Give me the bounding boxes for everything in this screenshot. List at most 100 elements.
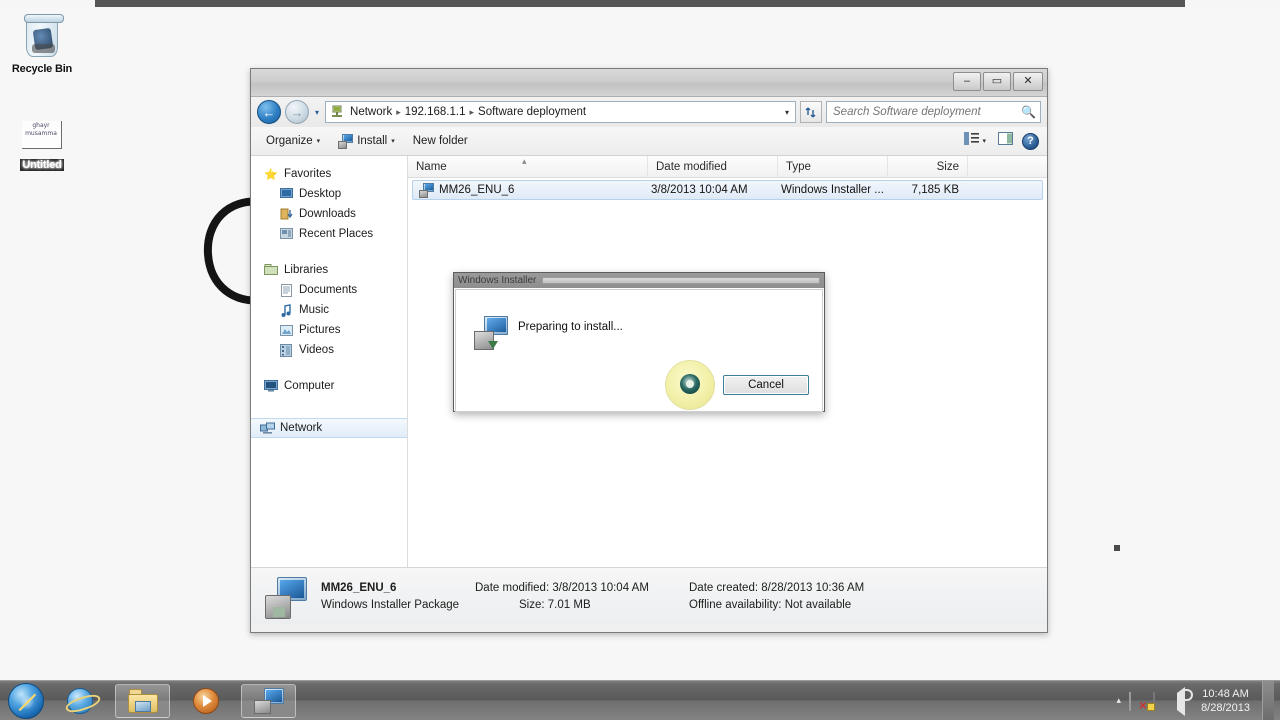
maximize-button[interactable]: ▭ — [983, 72, 1011, 91]
search-input[interactable] — [831, 105, 1018, 119]
sidebar-item-label: Music — [299, 304, 330, 316]
sidebar-item-favorites[interactable]: ⭐ Favorites — [251, 164, 407, 184]
sidebar-item-label: Documents — [299, 284, 358, 296]
help-button[interactable]: ? — [1022, 132, 1039, 150]
address-row: ← → ▾ Network ▸ 192.168.1.1 ▸ Software d… — [251, 97, 1047, 127]
file-date-modified-cell: 3/8/2013 10:04 AM — [651, 184, 748, 196]
column-header-size[interactable]: Size — [888, 155, 968, 178]
details-key-date-modified: Date modified: — [475, 581, 550, 594]
dialog-titlebar[interactable]: Windows Installer — [454, 273, 824, 288]
taskbar-button-windows-installer[interactable] — [241, 683, 296, 718]
network-icon[interactable] — [1153, 691, 1169, 711]
window-titlebar[interactable]: – ▭ ✕ — [251, 69, 1047, 97]
close-button[interactable]: ✕ — [1013, 72, 1043, 91]
address-dropdown-icon[interactable]: ▾ — [785, 108, 793, 117]
windows-start-orb-icon[interactable] — [8, 682, 44, 719]
forward-arrow-icon[interactable]: → — [285, 100, 309, 124]
desktop-icon — [278, 186, 294, 202]
cancel-button[interactable]: Cancel — [723, 375, 809, 395]
sidebar-item-label: Downloads — [299, 208, 356, 220]
taskbar-button-internet-explorer[interactable] — [52, 684, 107, 718]
taskbar-button-windows-explorer[interactable] — [115, 683, 170, 718]
breadcrumb-folder[interactable]: Software deployment — [475, 106, 589, 118]
clock[interactable]: 10:48 AM 8/28/2013 — [1201, 687, 1254, 715]
sidebar-item-desktop[interactable]: Desktop — [251, 184, 407, 204]
sort-ascending-icon: ▴ — [522, 155, 527, 166]
new-folder-button[interactable]: New folder — [404, 131, 477, 151]
details-file-type: Windows Installer Package — [321, 598, 460, 611]
new-folder-label: New folder — [412, 135, 468, 147]
file-size-cell: 7,185 KB — [911, 184, 959, 196]
libraries-folder-icon — [263, 262, 279, 278]
system-tray: ▴ 10:48 AM 8/28/2013 — [1117, 680, 1280, 720]
organize-button[interactable]: Organize ▾ — [257, 131, 329, 151]
navigation-pane[interactable]: ⭐ Favorites Desktop Downloads Recent Pla… — [251, 156, 408, 567]
clock-date: 8/28/2013 — [1201, 701, 1250, 714]
star-icon: ⭐ — [264, 168, 278, 181]
history-dropdown-icon[interactable]: ▾ — [313, 108, 321, 117]
caption-buttons: – ▭ ✕ — [953, 72, 1043, 91]
screen: Recycle Bin ghayr musamma Untitled – ▭ ✕… — [0, 0, 1280, 720]
sidebar-item-label: Pictures — [299, 324, 341, 336]
change-view-button[interactable]: ▾ — [961, 130, 989, 152]
column-header-type[interactable]: Type — [778, 155, 888, 178]
dialog-message: Preparing to install... — [518, 321, 623, 333]
breadcrumb-host[interactable]: 192.168.1.1 — [402, 106, 469, 118]
sidebar-item-music[interactable]: Music — [251, 300, 407, 320]
file-name-label: MM26_ENU_6 — [439, 184, 515, 196]
chevron-down-icon: ▾ — [316, 138, 321, 145]
details-value-date-modified: 3/8/2013 10:04 AM — [552, 581, 649, 594]
column-headers: Name ▴ Date modified Type Size — [408, 155, 1047, 178]
view-layout-icon — [964, 132, 980, 150]
refresh-button[interactable] — [800, 101, 822, 123]
table-row[interactable]: MM26_ENU_6 3/8/2013 10:04 AM Windows Ins… — [412, 180, 1043, 200]
msi-package-icon — [419, 182, 434, 198]
windows-installer-dialog[interactable]: Windows Installer Preparing to install..… — [453, 272, 825, 412]
details-key-offline: Offline availability: — [689, 598, 782, 611]
back-arrow-icon[interactable]: ← — [257, 100, 281, 124]
address-bar[interactable]: Network ▸ 192.168.1.1 ▸ Software deploym… — [325, 101, 796, 123]
note-preview-text: ghayr musamma — [25, 122, 57, 137]
busy-disc-cursor-icon — [661, 356, 719, 414]
file-name-cell[interactable]: MM26_ENU_6 — [413, 182, 645, 198]
internet-explorer-icon — [66, 687, 93, 714]
desktop-icon-recycle-bin[interactable]: Recycle Bin — [4, 13, 80, 75]
desktop-icon-untitled[interactable]: ghayr musamma Untitled — [4, 119, 80, 171]
details-column-1: Date modified: 3/8/2013 10:04 AM Size: 7… — [475, 580, 675, 614]
sidebar-item-videos[interactable]: Videos — [251, 340, 407, 360]
msi-package-icon — [265, 575, 307, 619]
documents-icon — [278, 282, 294, 298]
column-header-date-modified[interactable]: Date modified — [648, 155, 778, 178]
install-button[interactable]: Install ▾ — [329, 130, 404, 153]
volume-speaker-icon[interactable] — [1177, 686, 1193, 716]
installer-package-icon — [474, 316, 508, 350]
search-box[interactable]: 🔍 — [826, 101, 1041, 123]
taskbar-button-media-player[interactable] — [178, 684, 233, 718]
preview-pane-button[interactable] — [995, 130, 1016, 152]
sidebar-item-label: Computer — [284, 380, 335, 392]
sidebar-item-computer[interactable]: Computer — [251, 376, 407, 396]
sidebar-item-recent-places[interactable]: Recent Places — [251, 224, 407, 244]
sidebar-item-documents[interactable]: Documents — [251, 280, 407, 300]
sidebar-item-label: Desktop — [299, 188, 342, 200]
desktop-icon-label: Recycle Bin — [11, 63, 73, 75]
action-center-flag-icon[interactable] — [1129, 691, 1145, 711]
folder-explorer-icon — [127, 688, 158, 713]
column-header-name[interactable]: Name ▴ — [408, 155, 648, 178]
sticky-note-icon: ghayr musamma — [20, 119, 64, 157]
sidebar-item-downloads[interactable]: Downloads — [251, 204, 407, 224]
sidebar-item-libraries[interactable]: Libraries — [251, 260, 407, 280]
breadcrumb-network[interactable]: Network — [347, 106, 395, 118]
details-column-2: Date created: 8/28/2013 10:36 AM Offline… — [689, 580, 939, 614]
sidebar-item-network[interactable]: Network — [251, 418, 407, 438]
clock-time: 10:48 AM — [1202, 687, 1249, 700]
minimize-button[interactable]: – — [953, 72, 981, 91]
details-key-date-created: Date created: — [689, 581, 759, 594]
show-desktop-button[interactable] — [1262, 680, 1274, 720]
show-hidden-icons-icon[interactable]: ▴ — [1117, 695, 1122, 706]
sidebar-item-pictures[interactable]: Pictures — [251, 320, 407, 340]
details-file-name: MM26_ENU_6 — [321, 581, 397, 594]
search-magnifier-icon: 🔍 — [1021, 105, 1036, 119]
sidebar-item-label: Videos — [299, 344, 334, 356]
